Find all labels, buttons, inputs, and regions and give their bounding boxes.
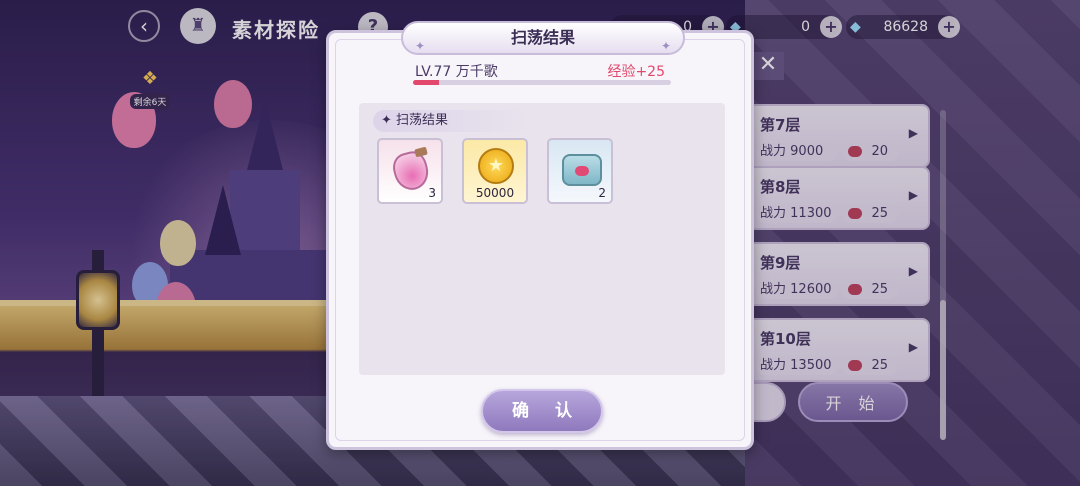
item-quantity: 50000 bbox=[475, 186, 515, 200]
confirm-button[interactable]: 确 认 bbox=[481, 389, 603, 433]
potion-cap bbox=[414, 146, 428, 158]
panel-header: ✦ 扫荡结果 bbox=[373, 110, 529, 132]
player-level: LV.77 万千歌 bbox=[415, 64, 498, 80]
sparkle-icon: ✦ bbox=[660, 39, 671, 53]
item-quantity: 3 bbox=[428, 186, 436, 200]
gold-coin-icon: ★ bbox=[478, 148, 514, 184]
sparkle-icon: ✦ bbox=[415, 39, 426, 53]
bow-icon bbox=[575, 166, 589, 176]
reward-item[interactable]: 2 bbox=[547, 138, 613, 204]
exp-progress-fill bbox=[413, 80, 439, 85]
reward-item[interactable]: 3 bbox=[377, 138, 443, 204]
result-panel: ✦ 扫荡结果 3 ★ 50000 2 bbox=[359, 103, 725, 375]
sweep-result-dialog: ✦ 扫荡结果 ✦ LV.77 万千歌 经验+25 ✦ 扫荡结果 3 ★ 5000… bbox=[326, 21, 754, 450]
exp-progress-bar bbox=[413, 80, 671, 85]
exp-gain: 经验+25 bbox=[607, 64, 665, 80]
dialog-title: ✦ 扫荡结果 ✦ bbox=[401, 21, 685, 55]
reward-item[interactable]: ★ 50000 bbox=[462, 138, 528, 204]
potion-icon bbox=[389, 148, 433, 194]
item-quantity: 2 bbox=[598, 186, 606, 200]
